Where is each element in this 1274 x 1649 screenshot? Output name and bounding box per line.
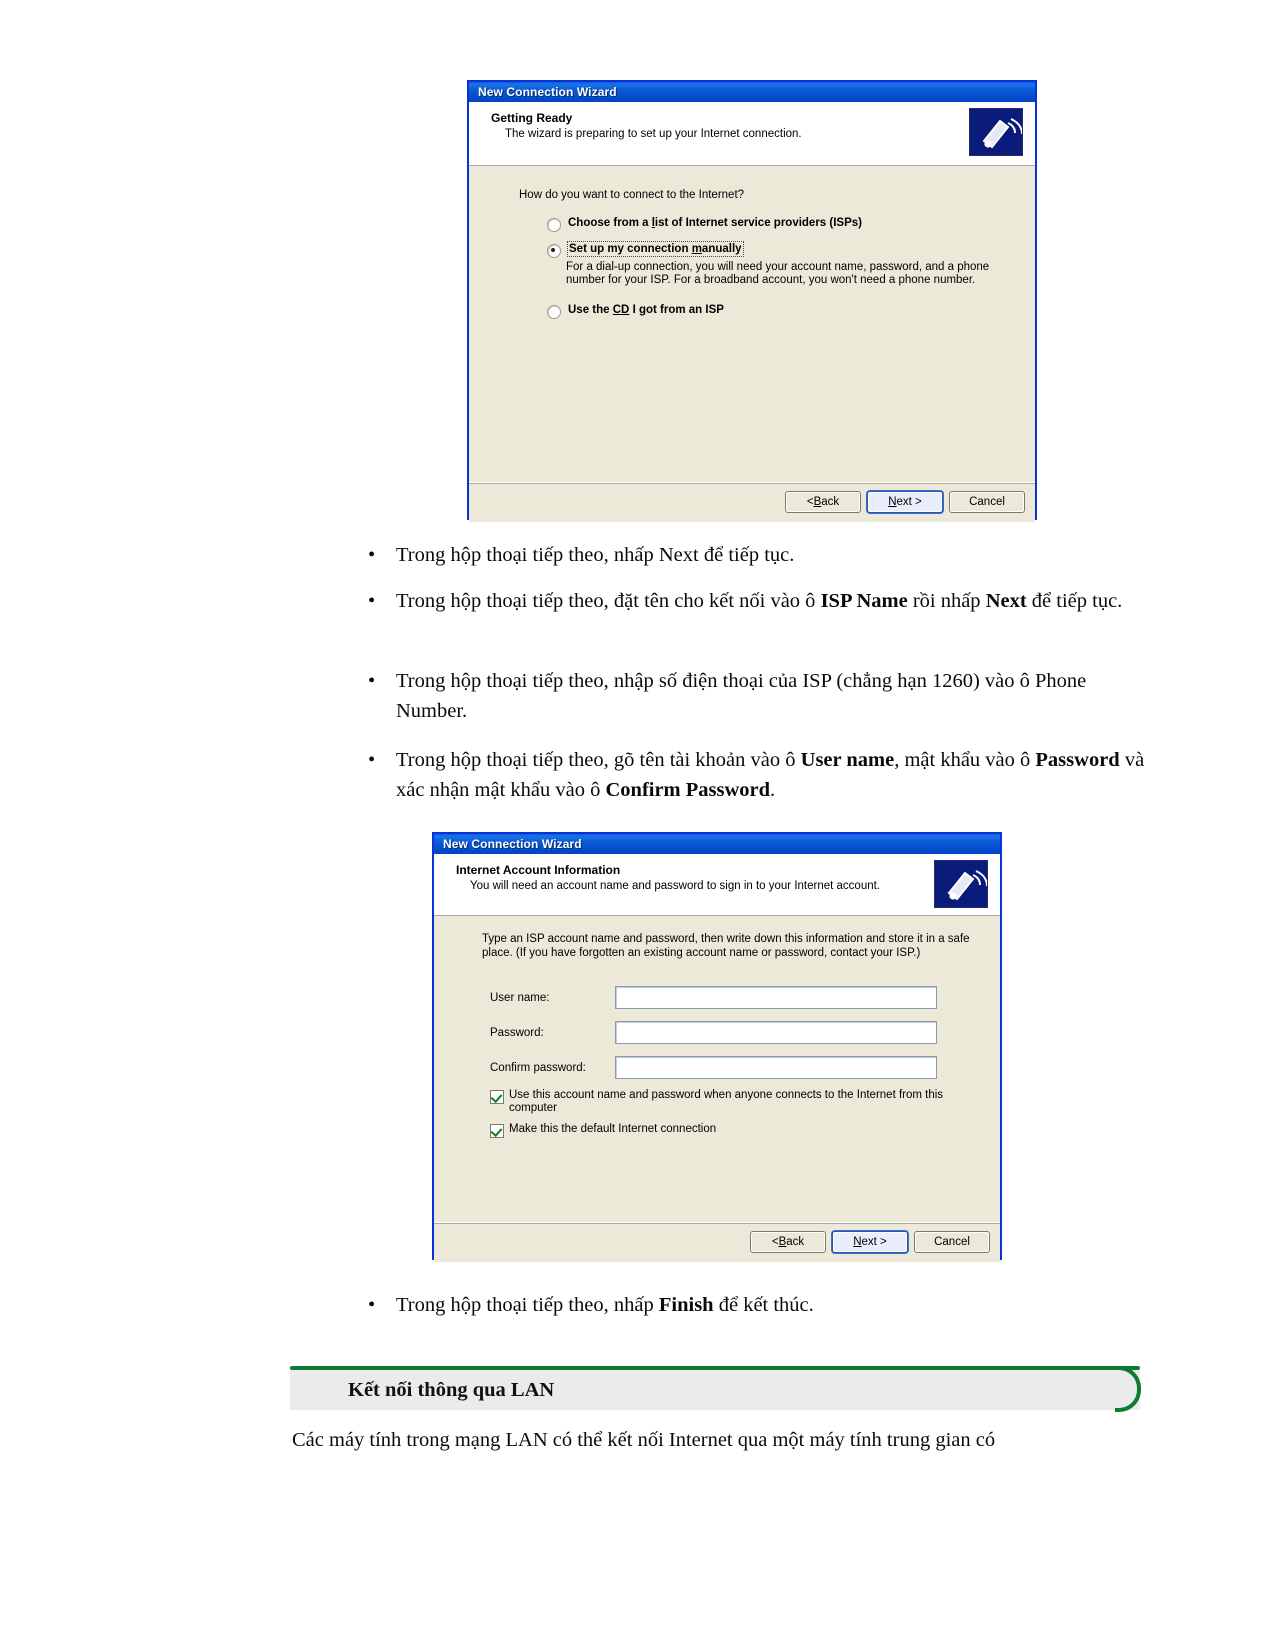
bullet-dot: • (368, 544, 376, 566)
checkbox-default-connection[interactable]: Make this the default Internet connectio… (490, 1123, 1000, 1138)
list-item: • Trong hộp thoại tiếp theo, gõ tên tài … (368, 745, 1158, 805)
network-connection-icon (934, 860, 988, 908)
next-button[interactable]: Next > (867, 491, 943, 513)
radio-use-cd-from-isp-label: Use the CD I got from an ISP (568, 304, 724, 316)
confirm-password-input[interactable] (615, 1056, 937, 1079)
cancel-button[interactable]: Cancel (949, 491, 1025, 513)
closing-paragraph: Các máy tính trong mạng LAN có thể kết n… (292, 1425, 1152, 1455)
radio-setup-manually-label: Set up my connection manually (567, 241, 744, 257)
list-item: • Trong hộp thoại tiếp theo, nhấp Finish… (368, 1290, 1158, 1320)
section-heading-text: Kết nối thông qua LAN (348, 1378, 555, 1401)
dialog1-question: How do you want to connect to the Intern… (519, 189, 745, 201)
new-connection-wizard-dialog-1[interactable]: New Connection Wizard Getting Ready The … (467, 80, 1037, 522)
next-button[interactable]: Next > (832, 1231, 908, 1253)
dialog1-title: New Connection Wizard (478, 85, 617, 99)
dialog1-header: Getting Ready The wizard is preparing to… (469, 102, 1035, 166)
section-heading-block: Kết nối thông qua LAN (290, 1366, 1141, 1414)
checkbox-indicator[interactable] (490, 1090, 504, 1104)
network-connection-icon (969, 108, 1023, 156)
checkbox-default-connection-label: Make this the default Internet connectio… (509, 1123, 717, 1135)
list-item: • Trong hộp thoại tiếp theo, đặt tên cho… (368, 586, 1158, 616)
radio-indicator-selected[interactable] (547, 244, 561, 258)
bullet-dot: • (368, 670, 376, 692)
checkbox-use-this-account-label: Use this account name and password when … (509, 1089, 944, 1114)
back-button[interactable]: < Back (785, 491, 861, 513)
radio-indicator[interactable] (547, 218, 561, 232)
dialog2-header-subtitle: You will need an account name and passwo… (470, 880, 881, 892)
back-button[interactable]: < Back (750, 1231, 826, 1253)
radio-setup-manually-description: For a dial-up connection, you will need … (566, 261, 990, 286)
section-heading-text-container: Kết nối thông qua LAN (290, 1370, 1140, 1410)
list-item: • Trong hộp thoại tiếp theo, nhập số điệ… (368, 666, 1158, 726)
password-input[interactable] (615, 1021, 937, 1044)
bullet-dot: • (368, 749, 376, 771)
list-item-text: Trong hộp thoại tiếp theo, nhấp Finish đ… (396, 1294, 814, 1316)
dialog2-header-title: Internet Account Information (456, 863, 621, 877)
dialog1-footer: < Back Next > Cancel (469, 482, 1035, 522)
dialog1-header-subtitle: The wizard is preparing to set up your I… (505, 128, 802, 140)
dialog2-intro: Type an ISP account name and password, t… (482, 933, 970, 959)
list-item-text: Trong hộp thoại tiếp theo, nhập số điện … (396, 670, 1087, 722)
dialog2-title: New Connection Wizard (443, 837, 582, 851)
dialog2-footer: < Back Next > Cancel (434, 1222, 1000, 1262)
cancel-button[interactable]: Cancel (914, 1231, 990, 1253)
list-item: • Trong hộp thoại tiếp theo, nhấp Next đ… (368, 540, 1158, 570)
radio-setup-manually[interactable]: Set up my connection manually (547, 241, 1035, 258)
dialog2-body: Type an ISP account name and password, t… (434, 916, 1000, 1262)
list-item-text: Trong hộp thoại tiếp theo, đặt tên cho k… (396, 590, 1123, 612)
radio-choose-from-isp-list-label: Choose from a list of Internet service p… (568, 217, 862, 229)
confirm-password-label: Confirm password: (490, 1061, 586, 1074)
checkbox-indicator[interactable] (490, 1124, 504, 1138)
password-row: Password: (490, 1021, 1000, 1044)
radio-indicator[interactable] (547, 305, 561, 319)
dialog1-titlebar[interactable]: New Connection Wizard (469, 82, 1035, 102)
dialog1-header-title: Getting Ready (491, 111, 573, 125)
list-item-text: Trong hộp thoại tiếp theo, nhấp Next để … (396, 544, 795, 566)
bullet-dot: • (368, 590, 376, 612)
user-name-input[interactable] (615, 986, 937, 1009)
checkbox-use-this-account[interactable]: Use this account name and password when … (490, 1089, 958, 1115)
bullet-dot: • (368, 1294, 376, 1316)
user-name-label: User name: (490, 991, 550, 1004)
user-name-row: User name: (490, 986, 1000, 1009)
closing-paragraph-text: Các máy tính trong mạng LAN có thể kết n… (292, 1429, 996, 1451)
dialog1-body: How do you want to connect to the Intern… (469, 166, 1035, 522)
list-item-text: Trong hộp thoại tiếp theo, gõ tên tài kh… (396, 749, 1145, 801)
radio-choose-from-isp-list[interactable]: Choose from a list of Internet service p… (547, 216, 1035, 232)
confirm-password-row: Confirm password: (490, 1056, 1000, 1079)
radio-use-cd-from-isp[interactable]: Use the CD I got from an ISP (547, 303, 1035, 319)
password-label: Password: (490, 1026, 544, 1039)
new-connection-wizard-dialog-2[interactable]: New Connection Wizard Internet Account I… (432, 832, 1002, 1262)
dialog2-header: Internet Account Information You will ne… (434, 854, 1000, 916)
dialog2-titlebar[interactable]: New Connection Wizard (434, 834, 1000, 854)
